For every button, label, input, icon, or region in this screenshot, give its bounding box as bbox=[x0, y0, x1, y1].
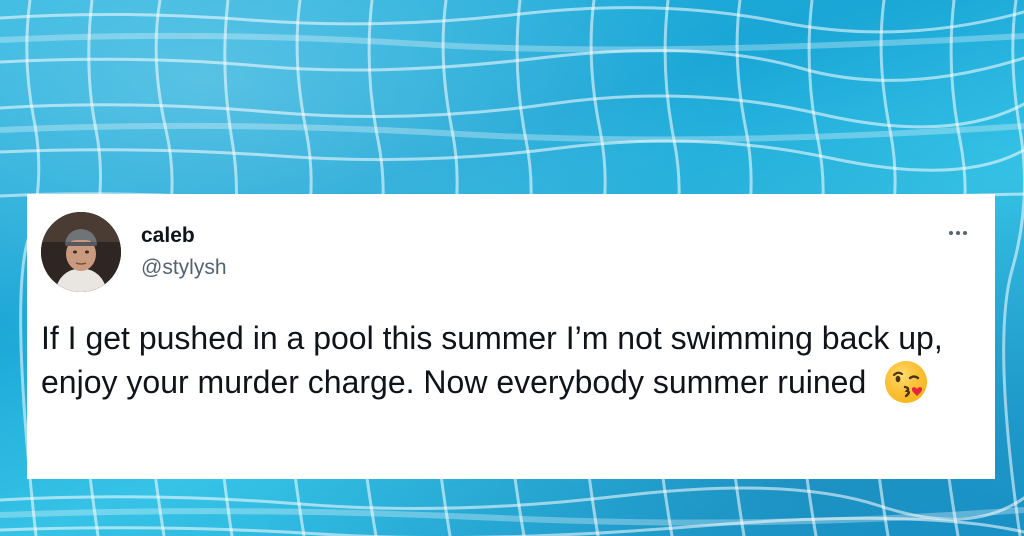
display-name[interactable]: caleb bbox=[141, 224, 195, 248]
tweet-text-body: If I get pushed in a pool this summer I’… bbox=[41, 320, 943, 400]
kissing-face-with-heart-icon bbox=[883, 359, 929, 405]
handle[interactable]: @stylysh bbox=[141, 256, 227, 280]
more-options-icon[interactable] bbox=[949, 222, 973, 235]
dot bbox=[963, 231, 967, 235]
dot bbox=[949, 231, 953, 235]
tweet-text: If I get pushed in a pool this summer I’… bbox=[41, 316, 981, 405]
tweet-card: caleb @stylysh If I get pushed in a pool… bbox=[27, 194, 995, 479]
avatar[interactable] bbox=[41, 212, 121, 292]
avatar-photo bbox=[41, 212, 121, 292]
dot bbox=[956, 231, 960, 235]
